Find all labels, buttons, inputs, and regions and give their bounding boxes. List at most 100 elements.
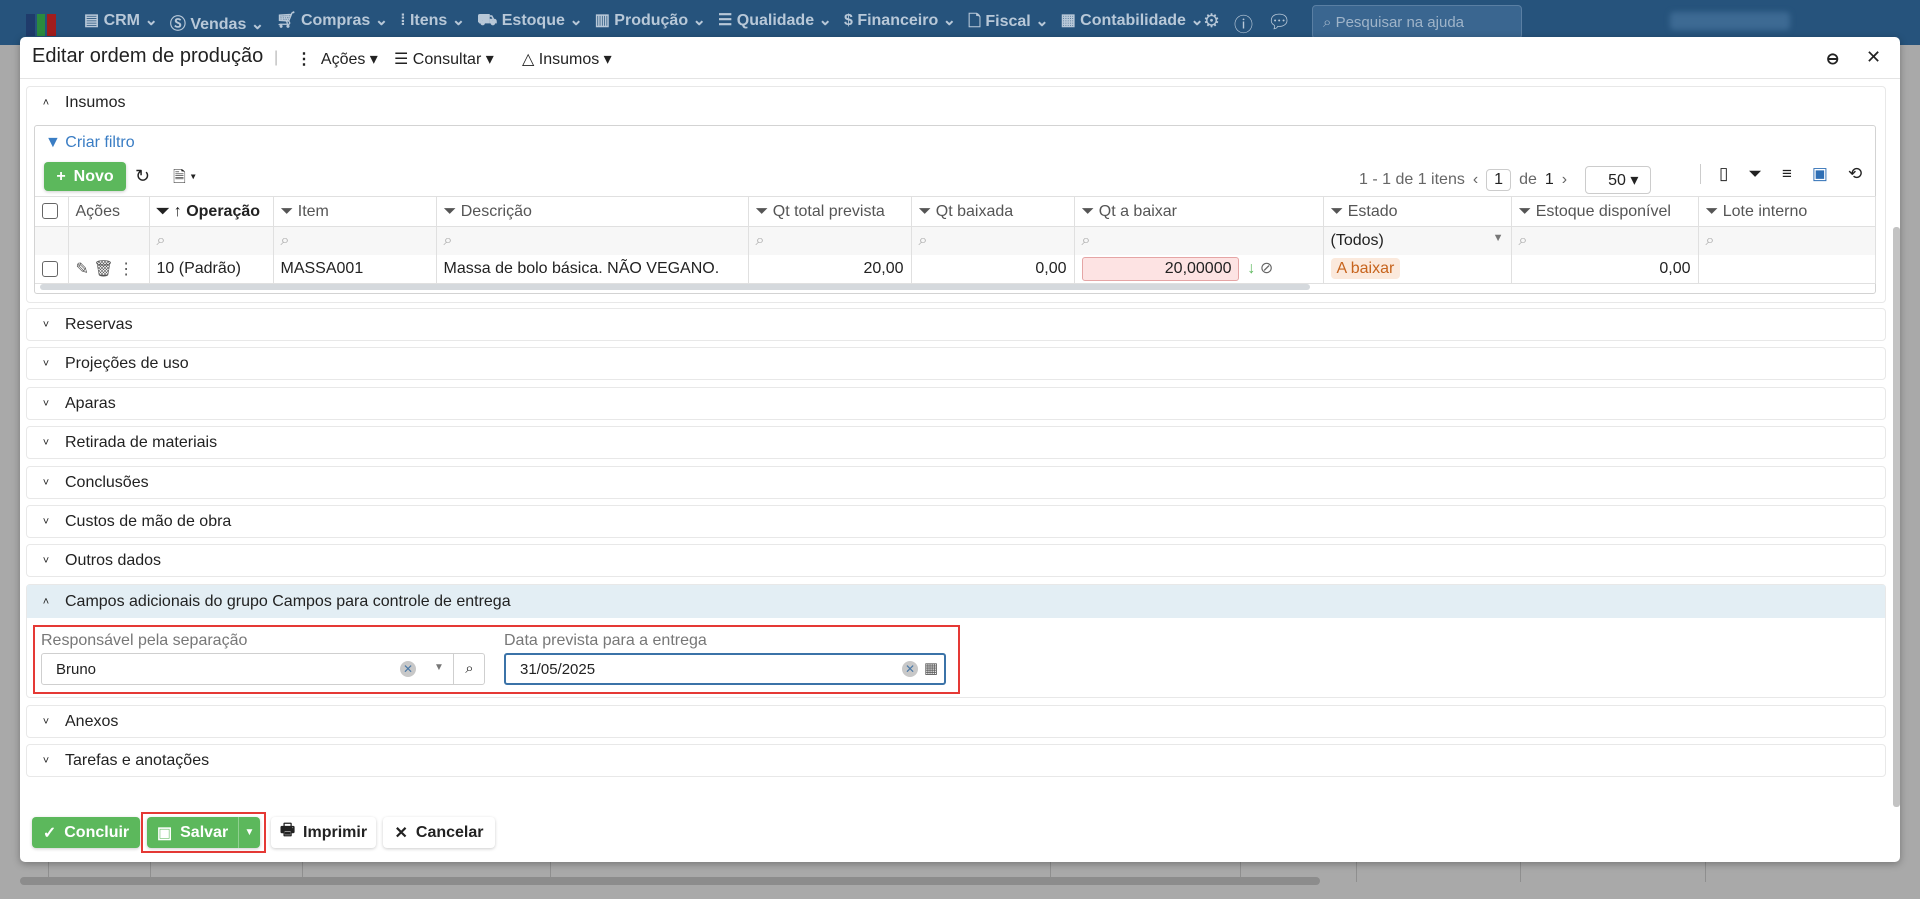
dropdown-arrow-icon[interactable]: ▼ — [434, 662, 444, 673]
section-campos-adicionais: ˄ Campos adicionais do grupo Campos para … — [26, 584, 1886, 698]
chevron-down-icon: ˅ — [42, 554, 50, 567]
filter-qt-total[interactable]: ⌕ — [748, 226, 912, 255]
section-reservas[interactable]: ˅ Reservas — [26, 308, 1886, 341]
column-chooser-icon[interactable]: ▯ — [1719, 164, 1728, 184]
cell-item: MASSA001 — [273, 254, 437, 284]
menu-fiscal[interactable]: 🗋︎ Fiscal ⌄ — [968, 10, 1049, 37]
filter-estado-select[interactable]: (Todos) ▼ — [1323, 226, 1512, 255]
col-descricao[interactable]: ⏷ Descrição — [436, 196, 749, 227]
col-qt-a-baixar[interactable]: ⏷ Qt a baixar — [1074, 196, 1324, 227]
more-icon[interactable]: ⋮ — [118, 261, 134, 278]
filter-estoque[interactable]: ⌕ — [1511, 226, 1699, 255]
col-acoes: Ações — [68, 196, 150, 227]
salvar-dropdown-icon[interactable]: ▼ — [238, 817, 260, 848]
filter-qt-a-baixar[interactable]: ⌕ — [1074, 226, 1324, 255]
search-list-icon: ☰ — [394, 51, 409, 68]
link-icon[interactable]: ⊖ — [1826, 49, 1839, 69]
imprimir-button[interactable]: 🖶︎ Imprimir — [271, 817, 376, 848]
clear-icon[interactable]: ✕ — [400, 661, 416, 677]
arrow-down-icon[interactable]: ↓ — [1247, 260, 1255, 277]
section-conclusoes[interactable]: ˅ Conclusões — [26, 466, 1886, 499]
edit-icon[interactable]: ✎ — [76, 261, 89, 278]
menu-estoque[interactable]: ⛟︎ Estoque ⌄ — [477, 10, 583, 37]
page-input[interactable]: 1 — [1486, 169, 1512, 191]
section-retirada-de-materiais[interactable]: ˅ Retirada de materiais — [26, 426, 1886, 459]
help-icon[interactable]: ⓘ — [1234, 10, 1253, 37]
data-prevista-input[interactable]: 31/05/2025 ✕ ▦ — [504, 653, 946, 685]
col-estoque-disponivel[interactable]: ⏷ Estoque disponível — [1511, 196, 1699, 227]
table-row[interactable]: ✎ 🗑︎ ⋮ 10 (Padrão) MASSA001 Massa de bol… — [35, 254, 1876, 284]
export-icon[interactable]: 🗎︎ ▾ — [173, 166, 196, 193]
chevron-down-icon: ˅ — [42, 397, 50, 410]
section-aparas[interactable]: ˅ Aparas — [26, 387, 1886, 420]
section-custos-mao-de-obra[interactable]: ˅ Custos de mão de obra — [26, 505, 1886, 538]
section-projecoes-de-uso[interactable]: ˅ Projeções de uso — [26, 347, 1886, 380]
trash-icon[interactable]: 🗑︎ — [93, 261, 113, 278]
app-logo[interactable] — [26, 14, 57, 36]
menu-producao[interactable]: ▥ Produção ⌄ — [595, 10, 706, 37]
clear-icon[interactable]: ✕ — [902, 661, 918, 677]
col-qt-baixada[interactable]: ⏷ Qt baixada — [911, 196, 1075, 227]
refresh-icon[interactable]: ↻ — [135, 166, 150, 187]
col-item[interactable]: ⏷ Item — [273, 196, 437, 227]
concluir-button[interactable]: ✓ Concluir — [32, 817, 140, 848]
search-icon[interactable]: ⌕ — [453, 654, 485, 684]
grid-horizontal-scrollbar[interactable] — [40, 284, 1310, 290]
gear-icon[interactable]: ⚙ — [1203, 10, 1220, 37]
acoes-menu[interactable]: ⋮ Ações ▾ — [296, 49, 378, 69]
menu-itens[interactable]: ⁞ Itens ⌄ — [400, 10, 465, 37]
menu-contabilidade[interactable]: ▦ Contabilidade ⌄ — [1061, 10, 1204, 37]
salvar-button[interactable]: ▣ Salvar ▼ — [147, 817, 260, 848]
consultar-menu[interactable]: ☰ Consultar ▾ — [394, 49, 494, 69]
cell-qt-baixada: 0,00 — [911, 254, 1075, 284]
filter-icon[interactable]: ⏷ — [1748, 164, 1762, 184]
qt-a-baixar-input[interactable]: 20,00000 — [1081, 256, 1239, 281]
filter-operacao[interactable]: ⌕ — [149, 226, 274, 255]
section-insumos-header[interactable]: ˄ Insumos — [27, 87, 1885, 118]
menu-financeiro[interactable]: $ Financeiro ⌄ — [844, 10, 956, 37]
cell-descricao: Massa de bolo básica. NÃO VEGANO. — [436, 254, 749, 284]
chevron-up-icon: ˄ — [42, 595, 50, 608]
row-checkbox[interactable] — [35, 254, 69, 284]
create-filter-link[interactable]: ▼ Criar filtro — [45, 134, 135, 152]
page-horizontal-scrollbar[interactable] — [20, 877, 1320, 885]
col-estado[interactable]: ⏷ Estado — [1323, 196, 1512, 227]
dialog-title: Editar ordem de produção — [32, 45, 264, 67]
next-page-icon[interactable]: › — [1562, 171, 1567, 189]
new-button[interactable]: + Novo — [44, 162, 126, 191]
chat-icon[interactable]: 💬︎ — [1267, 10, 1291, 37]
filter-item[interactable]: ⌕ — [273, 226, 437, 255]
filter-qt-baixada[interactable]: ⌕ — [911, 226, 1075, 255]
help-search-input[interactable]: ⌕ Pesquisar na ajuda — [1312, 5, 1522, 39]
section-anexos[interactable]: ˅ Anexos — [26, 705, 1886, 738]
menu-vendas[interactable]: Ⓢ Vendas ⌄ — [170, 10, 264, 37]
page-size-select[interactable]: 50 ▾ — [1585, 166, 1652, 194]
section-campos-header[interactable]: ˄ Campos adicionais do grupo Campos para … — [27, 585, 1885, 618]
cancelar-button[interactable]: ✕ Cancelar — [383, 817, 495, 848]
data-prevista-label: Data prevista para a entrega — [504, 632, 707, 649]
menu-qualidade[interactable]: ☰ Qualidade ⌄ — [718, 10, 832, 37]
menu-crm[interactable]: ▤ CRM ⌄ — [84, 10, 158, 37]
select-all-checkbox[interactable] — [35, 196, 69, 227]
close-icon[interactable]: ✕ — [1866, 47, 1881, 68]
col-qt-total-prevista[interactable]: ⏷ Qt total prevista — [748, 196, 912, 227]
col-lote-interno[interactable]: ⏷ Lote interno — [1698, 196, 1876, 227]
calendar-icon[interactable]: ▦ — [924, 659, 938, 677]
check-icon: ✓ — [42, 824, 57, 842]
restore-layout-icon[interactable]: ⟲ — [1848, 164, 1862, 184]
col-operacao[interactable]: ⏷ ↑ Operação — [149, 196, 274, 227]
prev-page-icon[interactable]: ‹ — [1473, 171, 1478, 189]
dialog-scrollbar[interactable] — [1893, 227, 1900, 807]
save-layout-icon[interactable]: ▣ — [1812, 164, 1828, 184]
responsavel-input[interactable]: Bruno ✕ ▼ ⌕ — [41, 653, 485, 685]
page-total: 1 — [1544, 171, 1554, 188]
insumos-menu[interactable]: △ Insumos ▾ — [522, 49, 612, 69]
section-outros-dados[interactable]: ˅ Outros dados — [26, 544, 1886, 577]
user-info[interactable] — [1670, 12, 1790, 30]
sort-icon[interactable]: ≡ — [1782, 164, 1792, 184]
section-tarefas-anotacoes[interactable]: ˅ Tarefas e anotações — [26, 744, 1886, 777]
menu-compras[interactable]: 🛒︎ Compras ⌄ — [276, 10, 388, 37]
filter-lote[interactable]: ⌕ — [1698, 226, 1876, 255]
filter-descricao[interactable]: ⌕ — [436, 226, 749, 255]
check-circle-icon[interactable]: ⊘ — [1260, 260, 1273, 277]
